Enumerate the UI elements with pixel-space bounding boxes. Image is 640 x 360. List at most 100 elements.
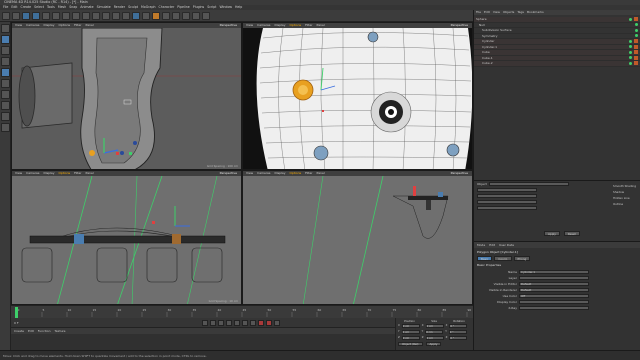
- coord-pos-field[interactable]: 0 cm: [401, 330, 420, 334]
- coord-rot-field[interactable]: 0 °: [449, 324, 468, 328]
- om-menu-view[interactable]: View: [493, 10, 500, 15]
- record-icon[interactable]: [258, 319, 265, 326]
- option-hidden-line[interactable]: Hidden Line: [613, 196, 636, 200]
- go-to-end-icon[interactable]: [250, 319, 257, 326]
- param-field-3[interactable]: [477, 200, 537, 204]
- texture-mode-icon[interactable]: [1, 46, 10, 55]
- material-tag-icon[interactable]: [634, 39, 638, 44]
- snap-icon[interactable]: [1, 101, 10, 110]
- visibility-dot-icon[interactable]: [629, 45, 632, 49]
- subdivision-icon[interactable]: [152, 12, 160, 20]
- rotate-icon[interactable]: [52, 12, 60, 20]
- material-tag-icon[interactable]: [634, 17, 638, 22]
- viewport-canvas[interactable]: [243, 176, 472, 304]
- material-tag-icon[interactable]: [634, 61, 638, 66]
- previous-frame-icon[interactable]: [218, 319, 225, 326]
- light-icon[interactable]: [202, 12, 210, 20]
- floor-icon[interactable]: [182, 12, 190, 20]
- attribute-value-field[interactable]: [519, 276, 589, 280]
- z-axis-lock-icon[interactable]: [82, 12, 90, 20]
- tab-coord[interactable]: Coord.: [494, 256, 512, 261]
- mat-menu-function[interactable]: Function: [38, 329, 51, 333]
- next-key-icon[interactable]: [242, 319, 249, 326]
- om-menu-tags[interactable]: Tags: [517, 10, 524, 15]
- mat-menu-edit[interactable]: Edit: [28, 329, 34, 333]
- visibility-dot-icon[interactable]: [635, 34, 638, 38]
- visibility-dot-icon[interactable]: [629, 50, 632, 54]
- om-menu-bookmarks[interactable]: Bookmarks: [527, 10, 544, 15]
- visibility-dot-icon[interactable]: [635, 23, 638, 27]
- polygons-mode-icon[interactable]: [1, 90, 10, 99]
- viewport-bottom-right[interactable]: View Cameras Display Options Filter Pane…: [242, 170, 473, 305]
- coord-mode-select[interactable]: Object (Rel): [398, 342, 423, 346]
- attribute-value-field[interactable]: Default: [519, 282, 589, 286]
- coord-rot-field[interactable]: 0 °: [449, 336, 468, 340]
- material-tag-icon[interactable]: [634, 50, 638, 55]
- visibility-dot-icon[interactable]: [629, 39, 632, 43]
- coord-pos-field[interactable]: 0 cm: [401, 324, 420, 328]
- viewport-top-left[interactable]: View Cameras Display Options Filter Pane…: [11, 22, 242, 170]
- attr-menu-mode[interactable]: Mode: [477, 243, 485, 247]
- y-axis-lock-icon[interactable]: [72, 12, 80, 20]
- attribute-value-field[interactable]: Off: [519, 294, 589, 298]
- redo-icon[interactable]: [12, 12, 20, 20]
- make-editable-icon[interactable]: [1, 24, 10, 33]
- option-outline[interactable]: Outline: [613, 202, 636, 206]
- coord-rot-field[interactable]: 0 °: [448, 330, 467, 334]
- render-settings-icon[interactable]: [122, 12, 130, 20]
- attribute-value-field[interactable]: [519, 300, 589, 304]
- array-icon[interactable]: [162, 12, 170, 20]
- x-axis-lock-icon[interactable]: [62, 12, 70, 20]
- previous-key-icon[interactable]: [210, 319, 217, 326]
- undo-icon[interactable]: [2, 12, 10, 20]
- visibility-dot-icon[interactable]: [635, 28, 638, 32]
- render-picture-viewer-icon[interactable]: [112, 12, 120, 20]
- axis-mode-icon[interactable]: [1, 112, 10, 121]
- attribute-value-field[interactable]: Cylinder.1: [519, 270, 589, 274]
- viewport-top-right[interactable]: View Cameras Display Options Filter Pane…: [242, 22, 473, 170]
- visibility-dot-icon[interactable]: [629, 56, 632, 60]
- object-type-field[interactable]: [488, 182, 569, 186]
- tab-phong[interactable]: Phong: [513, 256, 531, 261]
- option-smooth-shading[interactable]: Smooth Shading: [613, 184, 636, 188]
- play-icon[interactable]: [226, 319, 233, 326]
- points-mode-icon[interactable]: [1, 68, 10, 77]
- move-icon[interactable]: [32, 12, 40, 20]
- pen-icon[interactable]: [142, 12, 150, 20]
- viewport-canvas[interactable]: [243, 28, 472, 169]
- camera-icon[interactable]: [192, 12, 200, 20]
- om-menu-objects[interactable]: Objects: [503, 10, 514, 15]
- object-row[interactable]: Cube.2: [474, 61, 640, 67]
- coord-pos-field[interactable]: 0 cm: [401, 336, 420, 340]
- attr-menu-user-data[interactable]: User Data: [499, 243, 514, 247]
- cube-icon[interactable]: [132, 12, 140, 20]
- material-tag-icon[interactable]: [634, 55, 638, 60]
- render-view-icon[interactable]: [102, 12, 110, 20]
- param-field-4[interactable]: [477, 206, 537, 210]
- apply-button[interactable]: Apply: [544, 231, 560, 236]
- coord-size-field[interactable]: 0 cm: [425, 336, 444, 340]
- coordinate-system-icon[interactable]: [92, 12, 100, 20]
- tweak-icon[interactable]: [1, 123, 10, 132]
- viewport-bottom-left[interactable]: View Cameras Display Options Filter Pane…: [11, 170, 242, 305]
- model-mode-icon[interactable]: [1, 35, 10, 44]
- keyframe-selection-icon[interactable]: [274, 319, 281, 326]
- coord-apply-button[interactable]: Apply: [425, 342, 442, 346]
- param-field-2[interactable]: [477, 194, 537, 198]
- reset-button[interactable]: Reset: [563, 231, 580, 236]
- edges-mode-icon[interactable]: [1, 79, 10, 88]
- attribute-value-field[interactable]: [519, 306, 589, 310]
- visibility-dot-icon[interactable]: [629, 17, 632, 21]
- om-menu-edit[interactable]: Edit: [484, 10, 490, 15]
- material-tag-icon[interactable]: [634, 44, 638, 49]
- mat-menu-create[interactable]: Create: [14, 329, 24, 333]
- option-shadow[interactable]: Shadow: [613, 190, 636, 194]
- viewport-canvas[interactable]: Grid Spacing : 10 cm: [12, 176, 241, 304]
- visibility-dot-icon[interactable]: [629, 61, 632, 65]
- live-select-icon[interactable]: [22, 12, 30, 20]
- workplane-icon[interactable]: [1, 57, 10, 66]
- timeline[interactable]: 0 5 10 15 20 25 30 35 40 45 50 55 60 65 70 75 80 85 90: [11, 305, 473, 318]
- deformer-icon[interactable]: [172, 12, 180, 20]
- viewport-canvas[interactable]: Grid Spacing : 100 cm: [12, 28, 241, 169]
- om-menu-file[interactable]: File: [476, 10, 481, 15]
